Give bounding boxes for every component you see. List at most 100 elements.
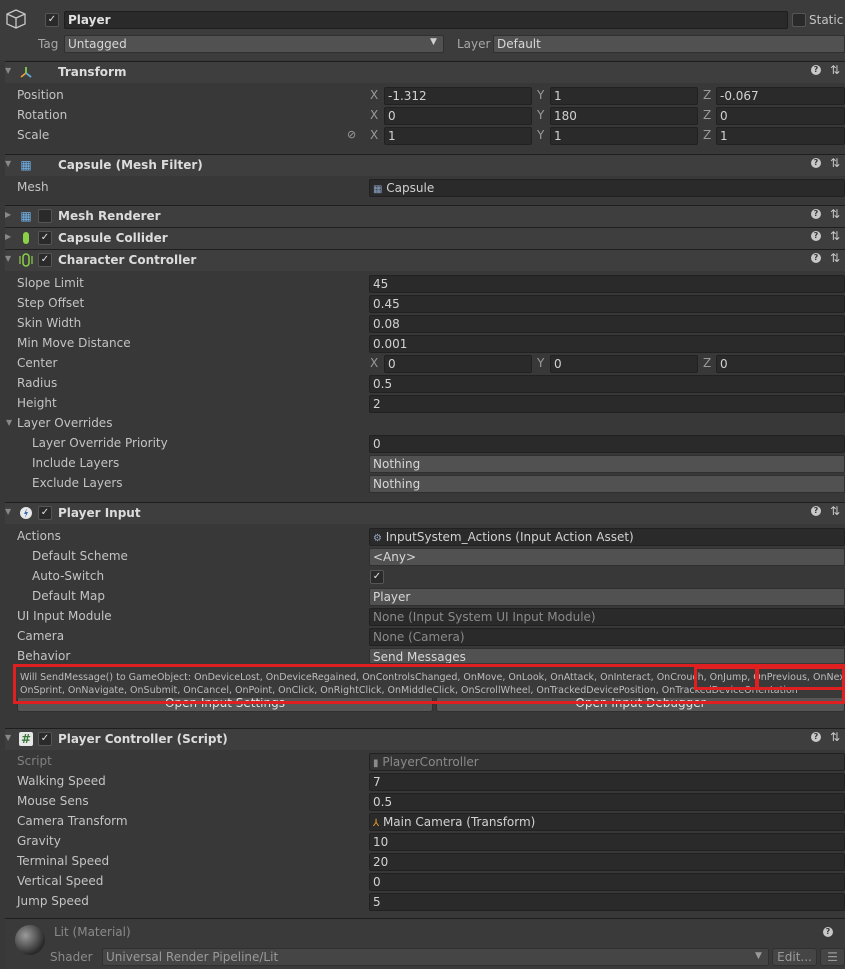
settings-icon[interactable]: ⇅ [830,156,840,170]
walking-speed-field[interactable]: 7 [369,773,845,791]
help-icon[interactable]: ? [811,209,821,219]
center-x-field[interactable]: 0 [384,355,532,373]
center-z-field[interactable]: 0 [716,355,845,373]
foldout-arrow-icon[interactable]: ▶ [5,232,11,241]
player-input-enabled-checkbox[interactable]: ✓ [38,506,52,520]
layer-dropdown[interactable]: Default [493,35,845,53]
character-controller-header[interactable]: ▼ ✓ Character Controller ? ⇅ [5,249,845,271]
gameobject-name-field[interactable]: Player [64,11,788,29]
camera-transform-value: Main Camera (Transform) [382,815,536,829]
player-controller-header[interactable]: ▼ # ✓ Player Controller (Script) ? ⇅ [5,728,845,750]
shader-edit-button[interactable]: Edit... [772,948,817,966]
include-layers-dropdown[interactable]: Nothing [369,455,845,473]
rotation-x-field[interactable]: 0 [384,107,532,125]
capsule-collider-header[interactable]: ▶ ✓ Capsule Collider ? ⇅ [5,227,845,249]
default-map-label: Default Map [32,589,105,603]
help-icon[interactable]: ? [811,231,821,241]
jump-speed-field[interactable]: 5 [369,893,845,911]
help-icon[interactable]: ? [811,158,821,168]
camera-row: Camera None (Camera) [0,627,845,647]
settings-icon[interactable]: ⇅ [830,207,840,221]
actions-object-field[interactable]: ⚙ InputSystem_Actions (Input Action Asse… [369,528,845,546]
auto-switch-row: Auto-Switch ✓ [0,567,845,587]
vertical-speed-label: Vertical Speed [17,874,104,888]
slope-limit-field[interactable]: 45 [369,275,845,293]
position-z-field[interactable]: -0.067 [716,87,845,105]
layer-overrides-row[interactable]: ▼ Layer Overrides [0,414,845,434]
foldout-arrow-icon[interactable]: ▼ [5,733,11,742]
help-icon[interactable]: ? [811,506,821,516]
player-controller-enabled-checkbox[interactable]: ✓ [38,732,52,746]
exclude-layers-dropdown[interactable]: Nothing [369,475,845,493]
foldout-arrow-icon[interactable]: ▼ [5,66,11,75]
position-y-field[interactable]: 1 [550,87,698,105]
material-sphere-icon [15,925,45,955]
active-checkbox[interactable]: ✓ [45,13,59,27]
camera-transform-object-field[interactable]: ⅄ Main Camera (Transform) [369,813,845,831]
priority-label: Layer Override Priority [32,436,168,450]
help-icon[interactable]: ? [811,732,821,742]
player-input-header[interactable]: ▼ ✓ Player Input ? ⇅ [5,502,845,524]
foldout-arrow-icon[interactable]: ▼ [6,418,12,427]
settings-icon[interactable]: ⇅ [830,504,840,518]
cube-icon [5,8,27,30]
layer-label: Layer [457,37,491,51]
static-checkbox[interactable] [792,13,806,27]
min-move-label: Min Move Distance [17,336,131,350]
mesh-renderer-header[interactable]: ▶ ▦ Mesh Renderer ? ⇅ [5,205,845,227]
skin-width-field[interactable]: 0.08 [369,315,845,333]
character-controller-title: Character Controller [58,253,197,267]
capsule-collider-title: Capsule Collider [58,231,168,245]
scale-z-field[interactable]: 1 [716,127,845,145]
shader-label: Shader [50,950,93,964]
gravity-field[interactable]: 10 [369,833,845,851]
rotation-y-field[interactable]: 180 [550,107,698,125]
character-controller-enabled-checkbox[interactable]: ✓ [38,253,52,267]
actions-value: InputSystem_Actions (Input Action Asset) [385,530,634,544]
foldout-arrow-icon[interactable]: ▼ [5,254,11,263]
skin-width-row: Skin Width 0.08 [0,314,845,334]
scale-y-field[interactable]: 1 [550,127,698,145]
help-icon[interactable]: ? [823,927,833,937]
vertical-speed-field[interactable]: 0 [369,873,845,891]
ui-module-object-field[interactable]: None (Input System UI Input Module) [369,608,845,626]
step-offset-field[interactable]: 0.45 [369,295,845,313]
default-scheme-dropdown[interactable]: <Any> [369,548,845,566]
mouse-sens-field[interactable]: 0.5 [369,793,845,811]
height-field[interactable]: 2 [369,395,845,413]
chevron-down-icon: ▼ [755,951,762,961]
tag-dropdown[interactable]: Untagged [64,35,444,53]
settings-icon[interactable]: ⇅ [830,63,840,77]
behavior-label: Behavior [17,649,71,663]
mesh-filter-header[interactable]: ▼ ▦ Capsule (Mesh Filter) ? ⇅ [5,154,845,176]
terminal-speed-field[interactable]: 20 [369,853,845,871]
min-move-field[interactable]: 0.001 [369,335,845,353]
priority-field[interactable]: 0 [369,435,845,453]
mesh-renderer-enabled-checkbox[interactable] [38,209,52,223]
behavior-dropdown[interactable]: Send Messages [369,648,845,663]
help-icon[interactable]: ? [811,253,821,263]
capsule-collider-enabled-checkbox[interactable]: ✓ [38,231,52,245]
camera-object-field[interactable]: None (Camera) [369,628,845,646]
shader-menu-button[interactable]: ☰ [820,948,845,966]
auto-switch-checkbox[interactable]: ✓ [370,570,384,584]
shader-dropdown[interactable]: Universal Render Pipeline/Lit [102,948,769,966]
default-map-dropdown[interactable]: Player [369,588,845,606]
help-icon[interactable]: ? [811,65,821,75]
layer-overrides-label[interactable]: Layer Overrides [17,416,112,430]
settings-icon[interactable]: ⇅ [830,229,840,243]
position-x-field[interactable]: -1.312 [384,87,532,105]
foldout-arrow-icon[interactable]: ▶ [5,210,11,219]
center-y-field[interactable]: 0 [550,355,698,373]
foldout-arrow-icon[interactable]: ▼ [5,507,11,516]
highlight-box-onprevious [756,666,845,690]
mesh-object-field[interactable]: ▦ Capsule [369,179,845,197]
scale-x-field[interactable]: 1 [384,127,532,145]
transform-header[interactable]: ▼ Transform ? ⇅ [5,61,845,83]
radius-field[interactable]: 0.5 [369,375,845,393]
rotation-z-field[interactable]: 0 [716,107,845,125]
settings-icon[interactable]: ⇅ [830,251,840,265]
foldout-arrow-icon[interactable]: ▼ [5,159,11,168]
settings-icon[interactable]: ⇅ [830,730,840,744]
link-icon[interactable]: ⊘ [347,128,356,141]
